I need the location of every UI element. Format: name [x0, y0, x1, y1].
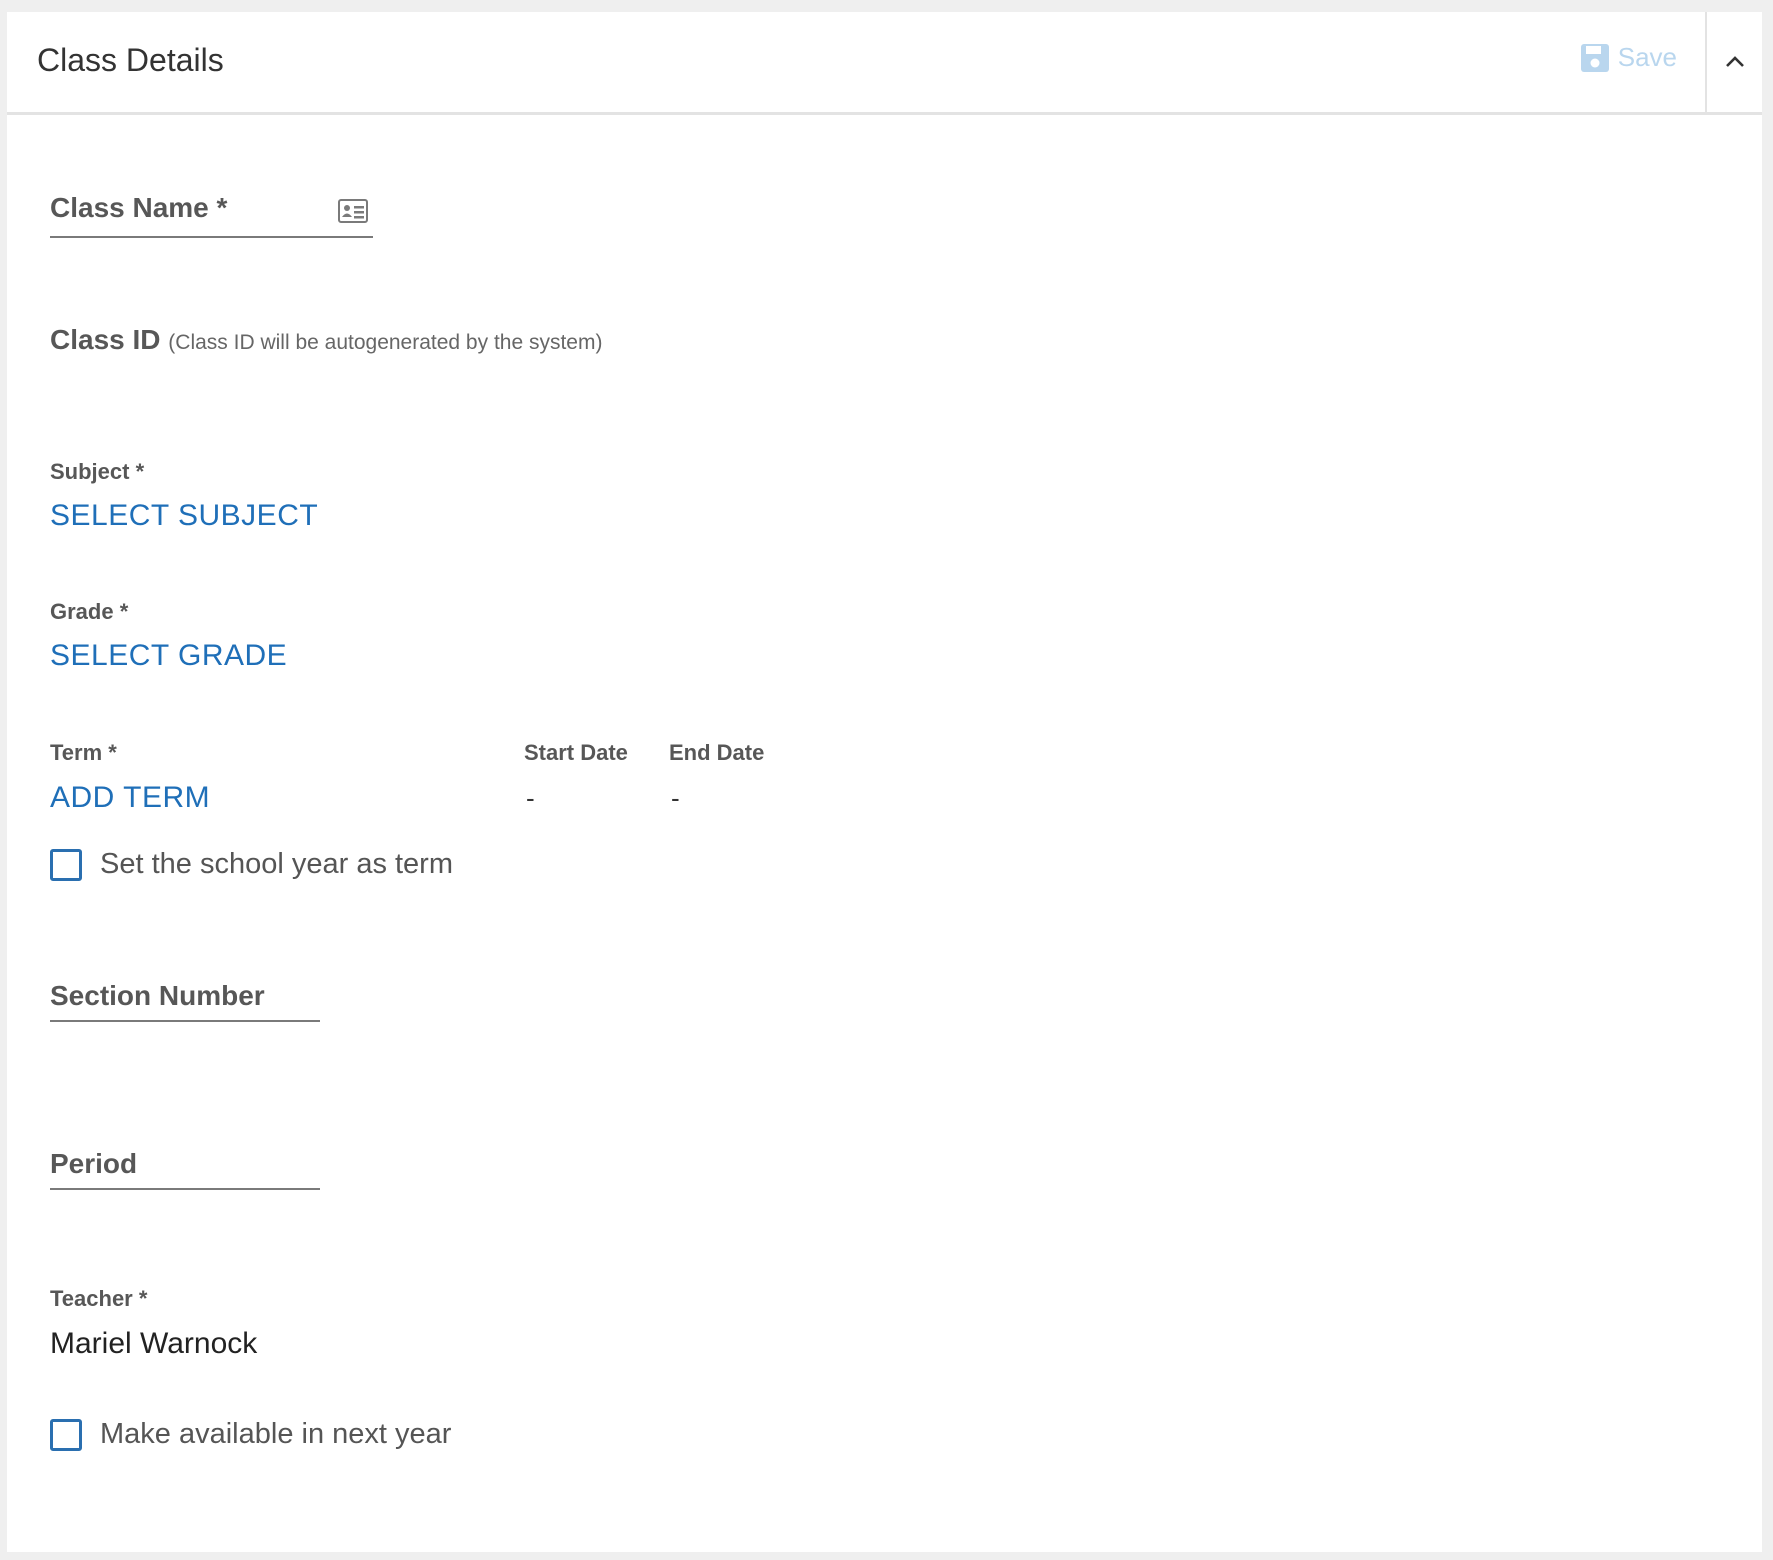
- class-id-label: Class ID (Class ID will be autogenerated…: [50, 324, 602, 356]
- end-date-value: -: [671, 783, 680, 813]
- teacher-value: Mariel Warnock: [50, 1327, 258, 1360]
- select-subject-button[interactable]: SELECT SUBJECT: [50, 499, 318, 533]
- section-number-input[interactable]: [50, 1020, 320, 1022]
- panel-header: Class Details Save: [7, 12, 1762, 115]
- class-details-panel: Class Details Save Class Name * Class ID: [7, 12, 1762, 1552]
- select-grade-button[interactable]: SELECT GRADE: [50, 639, 287, 673]
- period-label: Period: [50, 1148, 138, 1179]
- collapse-button[interactable]: [1707, 12, 1762, 112]
- class-name-input[interactable]: [50, 236, 373, 238]
- save-label: Save: [1617, 42, 1677, 72]
- class-id-hint: (Class ID will be autogenerated by the s…: [168, 331, 603, 354]
- floppy-disk-icon: [1580, 43, 1609, 72]
- grade-label: Grade *: [50, 599, 129, 624]
- next-year-checkbox[interactable]: [50, 1419, 82, 1451]
- period-input[interactable]: [50, 1188, 320, 1190]
- add-term-button[interactable]: ADD TERM: [50, 781, 210, 815]
- chevron-up-icon: [1725, 56, 1744, 67]
- school-year-checkbox[interactable]: [50, 849, 82, 881]
- end-date-label: End Date: [669, 740, 765, 765]
- class-name-label: Class Name *: [50, 192, 228, 223]
- start-date-label: Start Date: [524, 740, 628, 765]
- save-button[interactable]: Save: [1580, 42, 1677, 73]
- next-year-checkbox-label[interactable]: Make available in next year: [100, 1418, 451, 1451]
- class-id-title: Class ID: [50, 324, 161, 355]
- id-card-icon[interactable]: [338, 199, 368, 223]
- term-label: Term *: [50, 740, 117, 765]
- start-date-value: -: [526, 783, 535, 813]
- teacher-label: Teacher *: [50, 1286, 148, 1311]
- subject-label: Subject *: [50, 459, 145, 484]
- school-year-checkbox-label[interactable]: Set the school year as term: [100, 848, 453, 881]
- panel-title: Class Details: [37, 42, 224, 78]
- section-number-label: Section Number: [50, 980, 265, 1011]
